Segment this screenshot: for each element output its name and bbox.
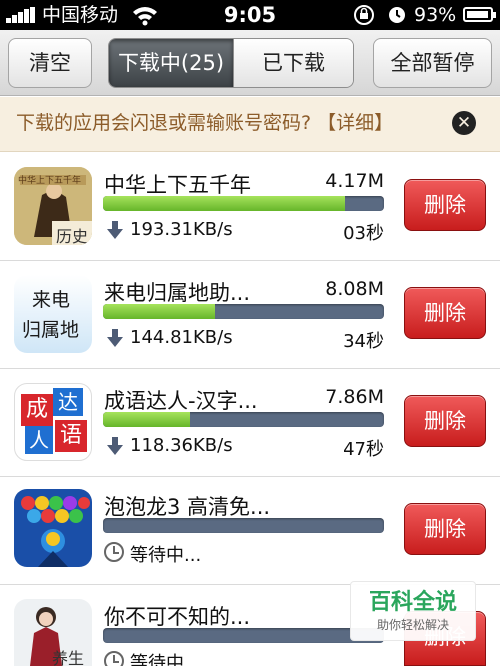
close-icon[interactable]: ✕ [452,111,476,135]
notice-text[interactable]: 下载的应用会闪退或需输账号密码? 【详细】 [16,109,393,137]
list-item: 中华上下五千年 历史 中华上下五千年 4.17M 193.31KB/s 03秒 … [0,153,500,261]
waiting-status: 等待中... [130,653,202,666]
list-item: 泡泡龙3 高清免... 等待中... 删除 [0,477,500,585]
app-size: 8.08M [325,278,384,300]
app-icon: 来电 归属地 [14,275,92,353]
progress-bar [103,628,384,643]
watermark-subtitle: 助你轻松解决 [376,618,449,632]
clock-icon [104,542,124,562]
icon-title: 中华上下五千年 [18,176,82,186]
alarm-icon [389,7,405,23]
time-remaining: 47秒 [343,439,384,460]
progress-bar [103,304,384,319]
download-arrow-icon [107,221,123,239]
tab-downloaded[interactable]: 已下载 [233,39,353,87]
list-item: 成 达 人 语 成语达人-汉字... 7.86M 118.36KB/s 47秒 … [0,369,500,477]
app-size: 7.86M [325,386,384,408]
waiting-status: 等待中... [130,545,202,566]
progress-bar [103,412,384,427]
app-name: 成语达人-汉字... [104,389,258,413]
icon-line-2: 归属地 [22,319,80,341]
progress-bar [103,196,384,211]
download-speed: 193.31KB/s [130,219,233,240]
delete-button[interactable]: 删除 [404,179,486,231]
progress-bar [103,518,384,533]
time-remaining: 03秒 [343,223,384,244]
download-arrow-icon [107,437,123,455]
battery-icon [463,7,496,22]
app-icon: 养生 [14,599,92,666]
status-bar: 中国移动 9:05 93% [0,0,500,30]
app-icon [14,489,92,567]
app-icon: 中华上下五千年 历史 [14,167,92,245]
app-name: 泡泡龙3 高清免... [104,495,271,519]
icon-char-3: 人 [25,426,53,454]
delete-button[interactable]: 删除 [404,287,486,339]
download-speed: 118.36KB/s [130,435,233,456]
delete-button[interactable]: 删除 [404,395,486,447]
watermark-title: 百科全说 [368,590,457,615]
pause-all-button[interactable]: 全部暂停 [373,38,492,88]
app-icon: 成 达 人 语 [14,383,92,461]
icon-char-2: 达 [53,388,83,416]
app-size: 4.17M [325,170,384,192]
rotation-lock-icon [354,5,374,25]
icon-caption: 历史 [56,227,89,245]
icon-caption: 养生 [52,649,85,666]
progress-fill [103,196,345,211]
icon-char-4: 语 [55,420,87,452]
app-name: 来电归属地助... [104,281,251,305]
clock-icon [104,651,124,666]
time-remaining: 34秒 [343,331,384,352]
watermark: 百科全说 助你轻松解决 [350,581,476,641]
notice-banner[interactable]: 下载的应用会闪退或需输账号密码? 【详细】 ✕ [0,97,500,152]
delete-button[interactable]: 删除 [404,503,486,555]
download-speed: 144.81KB/s [130,327,233,348]
app-name: 你不可不知的... [104,605,251,629]
clear-button[interactable]: 清空 [8,38,92,88]
download-arrow-icon [107,329,123,347]
list-item: 来电 归属地 来电归属地助... 8.08M 144.81KB/s 34秒 删除 [0,261,500,369]
battery-percent: 93% [414,4,457,26]
app-name: 中华上下五千年 [104,173,251,197]
progress-fill [103,412,191,427]
icon-char-1: 成 [21,394,53,426]
tab-downloading[interactable]: 下载中(25) [109,39,233,87]
download-tabs: 下载中(25) 已下载 [108,38,354,88]
toolbar: 清空 下载中(25) 已下载 全部暂停 [0,30,500,96]
icon-line-1: 来电 [32,289,71,311]
progress-fill [103,304,216,319]
